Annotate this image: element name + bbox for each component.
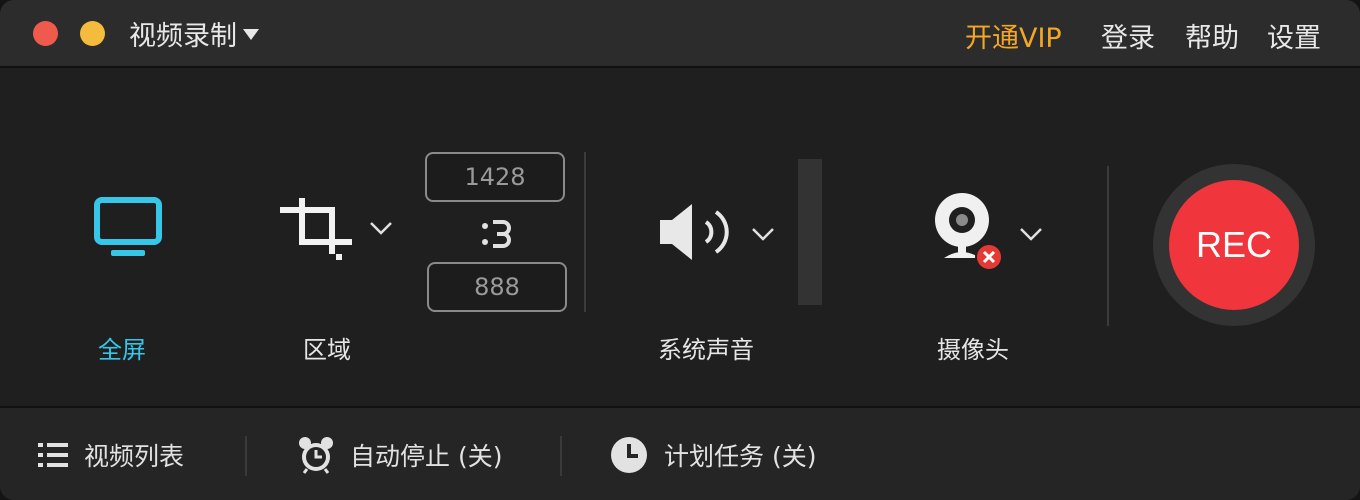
region-chevron-down-icon[interactable] [369,220,393,236]
monitor-icon [94,197,162,256]
region-label: 区域 [303,336,351,364]
separator [1107,166,1109,326]
speaker-icon [660,204,729,260]
video-list-button[interactable]: 视频列表 [38,408,184,500]
record-button-ring: REC [1153,164,1315,326]
crop-icon [280,198,352,260]
separator [560,436,562,476]
clock-icon [611,437,647,473]
title-bar: 视频录制 开通VIP 登录 帮助 设置 [0,0,1360,68]
vip-link[interactable]: 开通VIP [965,16,1062,55]
auto-stop-button[interactable]: 自动停止 (关) [298,408,502,500]
region-width-input[interactable]: 1428 [425,152,565,202]
audio-level-meter [798,159,822,305]
bottom-toolbar: 视频列表 自动停止 (关) 计划任务 (关) [0,406,1360,500]
webcam-chevron-down-icon[interactable] [1019,226,1043,242]
login-link[interactable]: 登录 [1101,16,1155,55]
webcam-option[interactable] [930,184,1050,284]
minimize-window-button[interactable] [80,21,105,46]
dropdown-triangle-icon [243,29,259,40]
window-title: 视频录制 [129,21,237,52]
record-button[interactable]: REC [1169,180,1299,310]
mode-dropdown[interactable]: 视频录制 [129,14,259,53]
scheduled-task-button[interactable]: 计划任务 (关) [610,408,816,500]
system-audio-option[interactable] [656,188,781,278]
help-link[interactable]: 帮助 [1185,16,1239,55]
audio-chevron-down-icon[interactable] [751,226,775,242]
system-audio-label: 系统声音 [658,336,754,364]
webcam-label: 摄像头 [937,336,1009,364]
separator [584,152,586,312]
capture-panel: 全屏 区域 1428 888 系统声音 摄像头 REC [0,68,1360,406]
alarm-clock-icon [299,437,333,474]
auto-stop-label: 自动停止 (关) [350,442,503,471]
settings-link[interactable]: 设置 [1267,16,1321,55]
camera-off-icon [975,243,1003,271]
list-icon [38,443,68,467]
region-option[interactable] [278,188,398,278]
video-list-label: 视频列表 [84,442,185,471]
separator [245,436,247,476]
recorder-window: 视频录制 开通VIP 登录 帮助 设置 全屏 区域 1428 888 系统声音 … [0,0,1360,500]
scheduled-task-label: 计划任务 (关) [664,442,817,471]
fullscreen-label: 全屏 [98,336,146,364]
region-height-input[interactable]: 888 [427,262,567,312]
close-window-button[interactable] [33,21,58,46]
fullscreen-option[interactable] [80,188,176,278]
link-ratio-icon[interactable] [479,216,515,252]
